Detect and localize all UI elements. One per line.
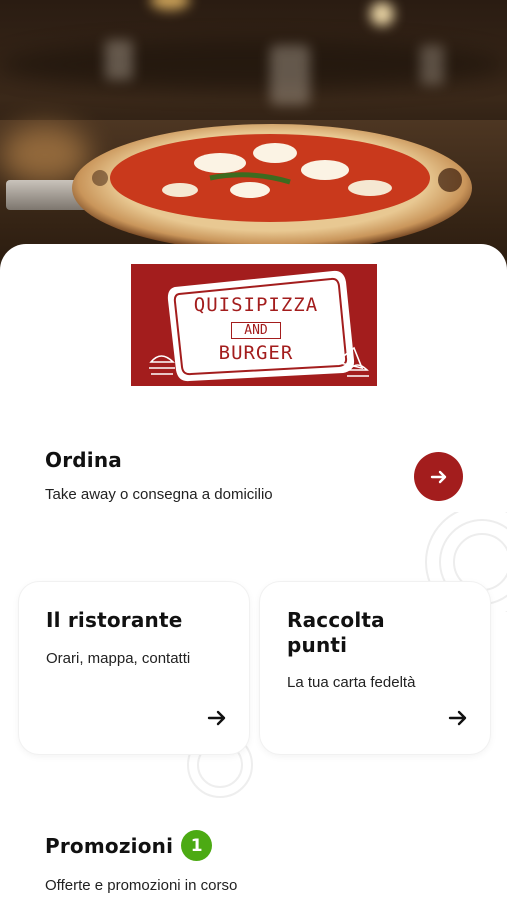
logo-text-line3: BURGER — [218, 342, 294, 364]
hero-pizza-image — [0, 0, 507, 285]
restaurant-card-title: Il ristorante — [46, 608, 183, 632]
order-subtitle: Take away o consegna a domicilio — [45, 486, 273, 503]
restaurant-card[interactable]: Il ristorante Orari, mappa, contatti — [19, 582, 249, 754]
logo-text-line1: QUISIPIZZA — [193, 294, 319, 316]
order-title: Ordina — [45, 448, 122, 472]
order-arrow-button[interactable] — [414, 452, 463, 501]
promotions-subtitle: Offerte e promozioni in corso — [45, 877, 238, 894]
loyalty-card-title: Raccolta punti — [287, 608, 385, 657]
promotions-section[interactable]: Promozioni 1 — [45, 830, 213, 861]
loyalty-points-card[interactable]: Raccolta punti La tua carta fedeltà — [260, 582, 490, 754]
logo-text-line2: AND — [231, 322, 281, 339]
loyalty-card-subtitle: La tua carta fedeltà — [287, 674, 416, 691]
arrow-right-icon — [207, 710, 226, 726]
arrow-right-icon — [430, 470, 446, 483]
restaurant-card-subtitle: Orari, mappa, contatti — [46, 650, 191, 667]
restaurant-logo: QUISIPIZZA AND BURGER — [131, 264, 377, 386]
arrow-right-icon — [448, 710, 467, 726]
promotions-title: Promozioni — [45, 833, 174, 858]
promotions-count-badge: 1 — [181, 830, 213, 861]
